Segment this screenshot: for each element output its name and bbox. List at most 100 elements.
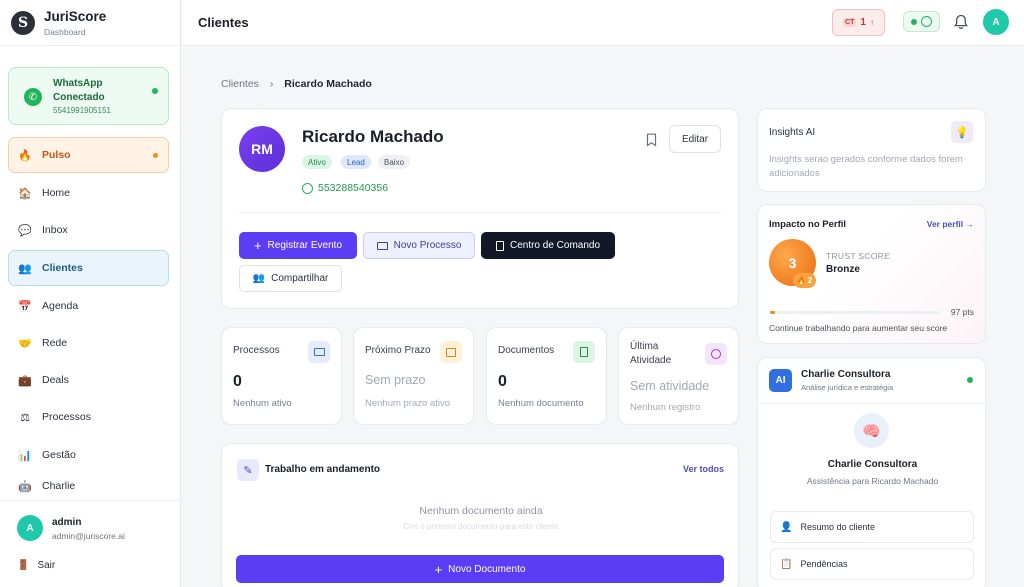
share-button[interactable]: 👥 Compartilhar	[239, 265, 342, 292]
bell-icon[interactable]	[954, 14, 968, 35]
sidebar-item-label: Processos	[42, 411, 92, 423]
button-label: Novo Processo	[393, 240, 462, 251]
new-process-button[interactable]: Novo Processo	[363, 232, 475, 259]
sidebar-item-clientes[interactable]: 👥 Clientes	[8, 250, 169, 286]
button-label: Novo Documento	[448, 563, 526, 575]
stat-card-processos[interactable]: Processos 0 Nenhum ativo	[221, 327, 342, 425]
quick-action-pending[interactable]: 📋 Pendências	[770, 548, 974, 580]
logout-label: Sair	[37, 560, 56, 571]
plus-icon: +	[253, 238, 262, 253]
sidebar-item-deals[interactable]: 💼 Deals	[8, 362, 169, 398]
command-center-button[interactable]: Centro de Comando	[481, 232, 615, 259]
logout-button[interactable]: 🚪 Sair	[17, 560, 55, 571]
user-email: admin@juriscore.ai	[52, 531, 125, 541]
breadcrumb-current: Ricardo Machado	[284, 78, 372, 90]
whatsapp-indicator[interactable]	[903, 11, 940, 32]
avatar[interactable]: A	[983, 9, 1009, 35]
topbar: Clientes CT 1 ↑ A	[182, 0, 1024, 46]
stat-card-documentos[interactable]: Documentos 0 Nenhum documento	[486, 327, 607, 425]
user-section: A admin admin@juriscore.ai 🚪 Sair	[0, 500, 181, 587]
impact-title: Impacto no Perfil	[769, 219, 847, 230]
edit-button[interactable]: Editar	[669, 125, 721, 153]
clipboard-icon: 📋	[780, 558, 793, 570]
stat-value: 0	[233, 373, 242, 390]
score-progress-bar	[770, 311, 940, 314]
plus-icon: +	[434, 561, 443, 577]
users-icon: 👥	[18, 262, 32, 275]
view-profile-link[interactable]: Ver perfil →	[927, 219, 974, 229]
document-icon	[573, 341, 595, 363]
view-all-link[interactable]: Ver todos	[683, 464, 724, 474]
button-label: Compartilhar	[271, 273, 329, 284]
stat-value: 0	[498, 373, 507, 390]
bar-chart-icon: 📊	[18, 449, 32, 462]
avatar[interactable]: A	[17, 515, 43, 541]
sidebar-item-charlie[interactable]: 🤖 Charlie	[8, 474, 169, 498]
level-chip: 🔥 2	[793, 273, 817, 288]
work-in-progress-card: ✎ Trabalho em andamento Ver todos Nenhum…	[221, 443, 739, 587]
progress-fill	[770, 311, 776, 314]
divider	[758, 403, 987, 404]
whatsapp-status-card[interactable]: ✆ WhatsApp Conectado 5541991905151	[8, 67, 169, 125]
whatsapp-status: Conectado	[53, 92, 105, 103]
sidebar-item-label: Rede	[42, 337, 68, 349]
breadcrumb: Clientes › Ricardo Machado	[221, 78, 372, 90]
document-icon	[495, 240, 504, 251]
ai-badge: AI	[769, 369, 792, 392]
insights-text: Insights serao gerados conforme dados fo…	[769, 154, 963, 179]
profile-impact-card: Impacto no Perfil Ver perfil → 3 🔥 2 TRUS…	[757, 204, 986, 344]
lightbulb-icon: 💡	[951, 121, 973, 143]
folder-icon	[376, 241, 388, 250]
stat-card-atividade[interactable]: Última Atividade Sem atividade Nenhum re…	[618, 327, 739, 425]
tag-status: Ativo	[302, 155, 332, 169]
calendar-icon	[440, 341, 462, 363]
stat-value: Sem prazo	[365, 373, 426, 387]
door-icon: 🚪	[17, 560, 30, 571]
sidebar-item-agenda[interactable]: 📅 Agenda	[8, 288, 169, 324]
online-dot	[967, 377, 973, 383]
sidebar-item-label: Inbox	[42, 224, 68, 236]
stat-label: Próximo Prazo	[365, 345, 431, 356]
sidebar-item-home[interactable]: 🏠 Home	[8, 175, 169, 211]
empty-state-title: Nenhum documento ainda	[419, 505, 543, 517]
sidebar-item-label: Charlie	[42, 480, 76, 492]
folder-icon	[308, 341, 330, 363]
logo-icon: S	[11, 10, 35, 35]
sidebar-item-processos[interactable]: ⚖ Processos	[8, 399, 169, 435]
register-event-button[interactable]: + Registrar Evento	[239, 232, 357, 259]
phone-link[interactable]: 553288540356	[302, 182, 388, 194]
button-label: Centro de Comando	[509, 240, 601, 251]
quick-action-summary[interactable]: 👤 Resumo do cliente	[770, 511, 974, 543]
user-name: admin	[52, 517, 82, 528]
handshake-icon: 🤝	[18, 337, 32, 350]
sidebar-item-rede[interactable]: 🤝 Rede	[8, 325, 169, 361]
status-dot	[152, 88, 158, 94]
empty-state-subtitle: Crie o primeiro documento para este clie…	[403, 522, 559, 531]
assistant-name: Charlie Consultora	[827, 459, 918, 470]
stat-card-prazo[interactable]: Próximo Prazo Sem prazo Nenhum prazo ati…	[353, 327, 474, 425]
whatsapp-number: 5541991905151	[53, 106, 111, 115]
tag-priority: Baixo	[378, 155, 411, 169]
sidebar-item-pulso[interactable]: 🔥 Pulso	[8, 137, 169, 173]
divider	[239, 212, 721, 213]
ct-indicator[interactable]: CT 1 ↑	[832, 9, 885, 36]
stat-sub: Nenhum documento	[498, 398, 584, 409]
sidebar-item-inbox[interactable]: 💬 Inbox	[8, 212, 169, 248]
new-document-button[interactable]: + Novo Documento	[236, 555, 724, 583]
user-icon: 👤	[780, 521, 793, 533]
charlie-title: Charlie Consultora	[801, 369, 891, 380]
quick-action-label: Resumo do cliente	[800, 522, 875, 532]
flame-icon: 🔥	[18, 149, 32, 162]
whatsapp-icon	[302, 182, 313, 194]
stat-label: Documentos	[498, 345, 555, 356]
breadcrumb-parent[interactable]: Clientes	[221, 78, 259, 90]
insights-card: Insights AI 💡 Insights serao gerados con…	[757, 108, 986, 192]
tag-type: Lead	[341, 155, 371, 169]
trust-score-label: TRUST SCORE	[826, 251, 891, 261]
flame-icon: 🔥	[797, 277, 806, 285]
brand[interactable]: S JuriScore Dashboard	[0, 0, 180, 46]
sidebar-item-gestao[interactable]: 📊 Gestão	[8, 437, 169, 473]
users-icon: 👥	[252, 273, 266, 284]
bookmark-icon[interactable]	[646, 133, 657, 152]
notification-dot	[153, 152, 158, 158]
